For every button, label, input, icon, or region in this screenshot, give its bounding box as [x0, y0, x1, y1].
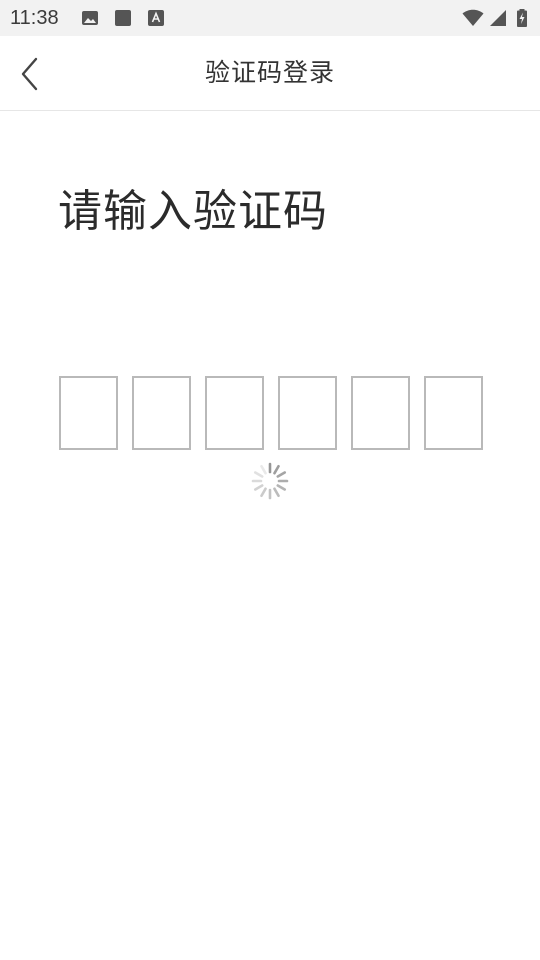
chevron-left-icon: [20, 57, 40, 91]
heading: 请输入验证码: [58, 186, 328, 237]
page-title: 验证码登录: [204, 58, 335, 87]
wifi-icon: [462, 9, 484, 27]
verification-code-input[interactable]: [59, 376, 483, 450]
status-bar: 11:38: [0, 0, 540, 36]
code-digit-box[interactable]: [278, 376, 337, 450]
back-button[interactable]: [10, 54, 50, 94]
square-icon: [114, 9, 132, 27]
spinner-icon: [250, 461, 290, 501]
battery-charging-icon: [516, 9, 528, 27]
code-digit-box[interactable]: [424, 376, 483, 450]
image-icon: [81, 9, 99, 27]
text-a-icon: [147, 9, 165, 27]
verification-login-screen: 11:38 验证码登录 请输入验证码: [0, 0, 540, 960]
title-bar: 验证码登录: [0, 36, 540, 111]
signal-icon: [489, 9, 507, 27]
code-digit-box[interactable]: [351, 376, 410, 450]
status-time: 11:38: [10, 7, 59, 29]
code-digit-box[interactable]: [205, 376, 264, 450]
code-digit-box[interactable]: [59, 376, 118, 450]
code-digit-box[interactable]: [132, 376, 191, 450]
